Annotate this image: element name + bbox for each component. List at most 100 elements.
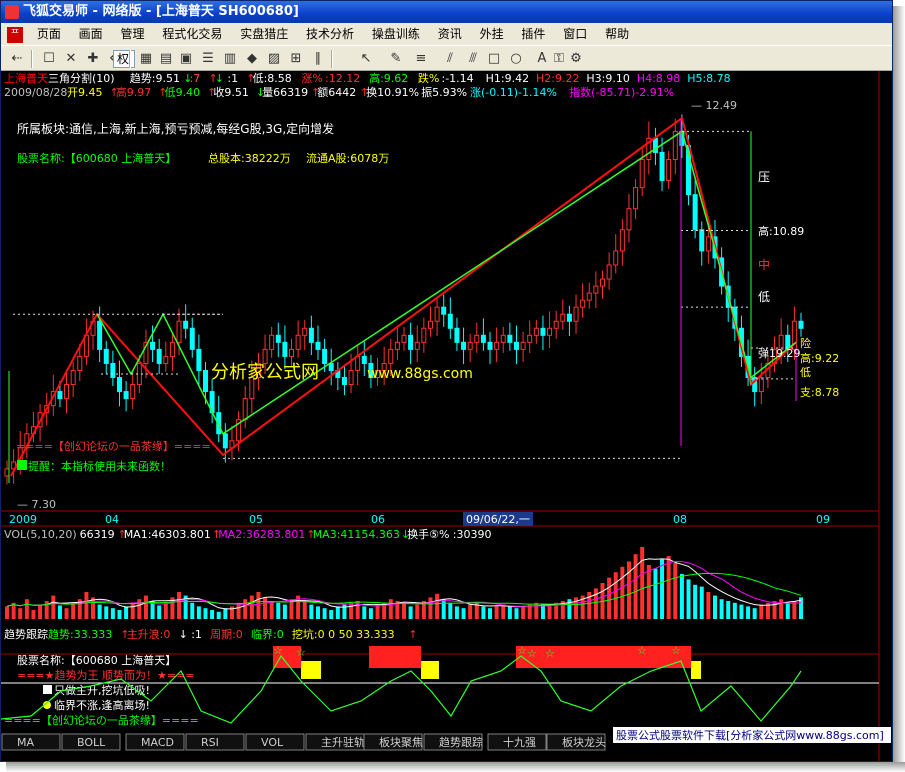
header.line1-seg: H1:9.42 xyxy=(486,72,529,85)
trend.line-seg: 趋势跟踪 xyxy=(4,627,48,641)
restore-icon[interactable]: ☐ xyxy=(39,49,59,69)
vol-bar xyxy=(607,577,612,619)
candle-body xyxy=(427,320,433,329)
list-icon[interactable]: ☰ xyxy=(198,49,218,69)
candle-body xyxy=(507,334,513,343)
candle-body xyxy=(110,362,116,379)
vol-bar xyxy=(31,610,36,619)
candle-body xyxy=(659,151,665,182)
menu-item-program-trade[interactable]: 程式化交易 xyxy=(155,23,229,45)
candle-body xyxy=(414,341,420,350)
candle-body xyxy=(461,341,467,350)
candle-body xyxy=(282,341,288,357)
tile-icon[interactable]: ▤ xyxy=(156,49,176,69)
app-menu-icon[interactable]: ᄑ xyxy=(7,26,23,43)
cross-icon[interactable]: ⫻ xyxy=(463,49,483,69)
header.line1-seg: H2:9.22 xyxy=(536,72,579,85)
adjust-dropdown[interactable]: 权 xyxy=(113,50,135,68)
vol-bar xyxy=(349,602,354,619)
header.line2-seg: 开9.45 xyxy=(67,86,103,99)
vol-bar xyxy=(84,592,89,619)
candle-body xyxy=(302,327,308,336)
menu-item-training[interactable]: 操盘训练 xyxy=(365,23,427,45)
header.line2-seg: 指数(-85.71)-2.91% xyxy=(569,85,674,99)
line-icon[interactable]: ≡ xyxy=(411,49,431,69)
header.line2-seg: 额6442 xyxy=(317,86,356,99)
tab-label: 趋势跟踪 xyxy=(439,735,483,749)
vol-bar xyxy=(448,602,453,619)
fan-icon[interactable]: ⫽ xyxy=(440,49,460,69)
ellipse-icon[interactable]: ○ xyxy=(506,49,526,69)
vol.line-seg: 66319 xyxy=(80,528,115,541)
menu-item-news[interactable]: 资讯 xyxy=(431,23,469,45)
close-icon[interactable]: ✕ xyxy=(61,49,81,69)
calc-icon[interactable]: ▣ xyxy=(176,49,196,69)
candle-body xyxy=(176,320,182,343)
menu-item-plugin-ext[interactable]: 外挂 xyxy=(473,23,511,45)
header.line2-seg: 收9.51 xyxy=(213,85,249,99)
label-di: 低 xyxy=(800,366,811,379)
vol.line-seg: :30390 xyxy=(453,528,492,541)
vol.line-seg: 换手⑤% xyxy=(407,527,449,541)
label-tan: 弹19.29 xyxy=(758,346,801,360)
chart-canvas[interactable]: 上海普天 三角分割(10) 趋势:9.51 ↓ :7 ↑ ↓ :1 ↑ 低:8.58 … xyxy=(1,71,892,762)
candle-body xyxy=(699,229,705,252)
stats-icon[interactable]: ▥ xyxy=(220,49,240,69)
header.line2-seg: 低9.40 xyxy=(165,86,201,99)
candle-body xyxy=(156,348,162,364)
pointer-icon[interactable]: ↖ xyxy=(356,49,376,69)
add-icon[interactable]: ✚ xyxy=(83,49,103,69)
vol-bar xyxy=(117,610,122,619)
label-low: 低 xyxy=(758,290,770,304)
candle-body xyxy=(593,285,599,294)
window-title: 飞狐交易师 - 网络版 - [上海普天 SH600680] xyxy=(23,4,299,19)
menu-item-help[interactable]: 帮助 xyxy=(598,23,636,45)
vol-bar xyxy=(514,608,519,619)
settings-icon[interactable]: ⚙ xyxy=(566,49,586,69)
grid-icon[interactable]: ▦ xyxy=(136,49,156,69)
menu-item-screen[interactable]: 画面 xyxy=(72,23,110,45)
vol-bar xyxy=(673,563,678,619)
warn-note: 提醒：本指标使用未来函数！ xyxy=(28,459,171,473)
menu-item-window[interactable]: 窗口 xyxy=(556,23,594,45)
menu-item-tech-analysis[interactable]: 技术分析 xyxy=(299,23,361,45)
menu-item-manage[interactable]: 管理 xyxy=(114,23,152,45)
candle-body xyxy=(183,320,189,329)
watermark-url: www.88gs.com xyxy=(367,366,473,382)
menu-item-hunt[interactable]: 实盘猎庄 xyxy=(233,23,295,45)
candle-body xyxy=(513,341,519,350)
candle-body xyxy=(408,334,414,350)
alert-icon[interactable]: ◆ xyxy=(242,49,262,69)
vol-bar xyxy=(719,599,724,619)
vol-bar xyxy=(24,599,29,619)
vol-bar xyxy=(527,604,532,619)
chart-icon[interactable]: ⊞ xyxy=(286,49,306,69)
star-icon: ☆ xyxy=(527,647,537,660)
candle-body xyxy=(150,341,156,350)
candle-body xyxy=(553,320,559,329)
candle-body xyxy=(434,306,440,322)
window-shadow-bottom xyxy=(6,762,905,772)
toolbar-separator xyxy=(31,50,33,68)
vol.line-seg: MA2:36283.801 xyxy=(218,528,305,541)
image-icon[interactable]: ▨ xyxy=(264,49,284,69)
menu-item-plugins[interactable]: 插件 xyxy=(514,23,552,45)
date-label: 05 xyxy=(249,513,263,526)
vol-bar xyxy=(223,608,228,619)
candle-body xyxy=(189,327,195,350)
vol-bar xyxy=(196,606,201,619)
chart-area[interactable]: 上海普天 三角分割(10) 趋势:9.51 ↓ :7 ↑ ↓ :1 ↑ 低:8.58 … xyxy=(1,71,892,762)
bars-icon[interactable]: ∥ xyxy=(308,49,328,69)
vol-bar xyxy=(679,574,684,619)
rect-icon[interactable]: □ xyxy=(484,49,504,69)
open-icon[interactable]: ⇠ xyxy=(7,49,27,69)
vol-bar xyxy=(481,606,486,619)
menu-item-page[interactable]: 页面 xyxy=(30,23,68,45)
vol-bar xyxy=(461,608,466,619)
vol-bar xyxy=(593,588,598,619)
vol-bar xyxy=(646,565,651,619)
header.line2-seg: 涨(-0.11)-1.14% xyxy=(470,86,557,99)
trend-block xyxy=(691,661,701,679)
pen-icon[interactable]: ✎ xyxy=(386,49,406,69)
trend-block xyxy=(301,661,321,679)
